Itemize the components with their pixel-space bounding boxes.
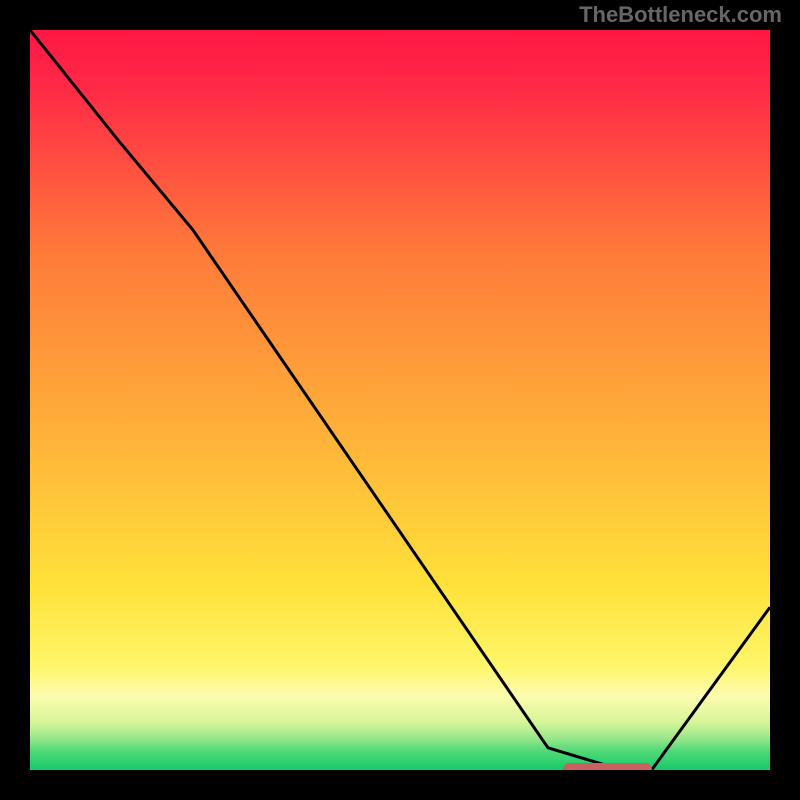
watermark-text: TheBottleneck.com xyxy=(579,2,782,28)
frame-border-right xyxy=(770,0,800,800)
plot-area xyxy=(30,30,770,770)
frame-border-bottom xyxy=(0,770,800,800)
frame-border-left xyxy=(0,0,30,800)
chart-container: TheBottleneck.com xyxy=(0,0,800,800)
heat-gradient xyxy=(30,30,770,770)
